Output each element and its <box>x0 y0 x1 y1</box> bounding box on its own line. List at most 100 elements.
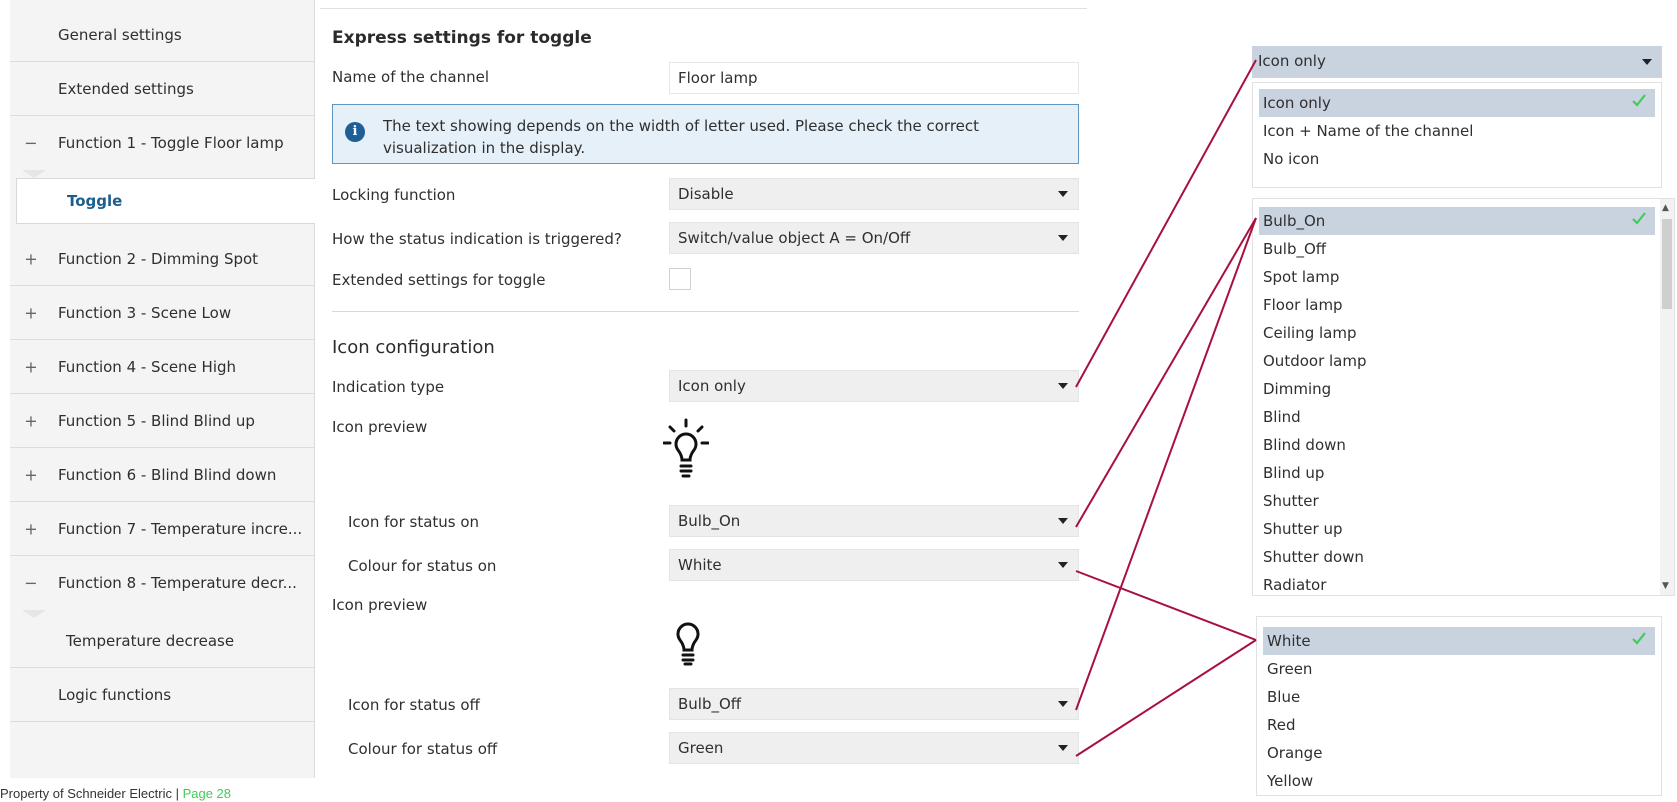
colour-on-select[interactable]: White <box>669 549 1079 581</box>
sidebar-item-extended-settings[interactable]: Extended settings <box>10 62 315 116</box>
channel-name-label: Name of the channel <box>332 68 489 86</box>
sidebar-item-function-6[interactable]: + Function 6 - Blind Blind down <box>10 448 315 502</box>
sidebar-item-label: Function 1 - Toggle Floor lamp <box>58 134 284 152</box>
option-label: Orange <box>1267 744 1323 762</box>
scroll-down-icon[interactable]: ▼ <box>1662 581 1669 591</box>
chevron-down-icon <box>1058 518 1068 524</box>
option-icon-only[interactable]: Icon only <box>1259 89 1655 117</box>
icon-off-select[interactable]: Bulb_Off <box>669 688 1079 720</box>
section-divider <box>332 311 1079 312</box>
option-label: Blue <box>1267 688 1301 706</box>
scrollbar-thumb[interactable] <box>1662 219 1672 309</box>
option-shutter-down[interactable]: Shutter down <box>1259 543 1364 571</box>
sidebar-item-label: Function 2 - Dimming Spot <box>58 249 259 268</box>
option-white[interactable]: White <box>1263 627 1655 655</box>
sidebar-item-function-4[interactable]: + Function 4 - Scene High <box>10 340 315 394</box>
indication-dropdown: Icon only Icon only Icon + Name of the c… <box>1252 46 1662 188</box>
option-blue[interactable]: Blue <box>1263 683 1300 711</box>
option-ceiling-lamp[interactable]: Ceiling lamp <box>1259 319 1357 347</box>
info-text: The text showing depends on the width of… <box>383 117 980 157</box>
option-red[interactable]: Red <box>1263 711 1296 739</box>
option-bulb-off[interactable]: Bulb_Off <box>1259 235 1326 263</box>
option-label: Yellow <box>1267 772 1314 790</box>
option-icon-name[interactable]: Icon + Name of the channel <box>1259 117 1473 145</box>
option-yellow[interactable]: Yellow <box>1263 767 1313 795</box>
option-label: Blind up <box>1263 464 1325 482</box>
icon-dropdown: ▲ ▼ Bulb_On Bulb_Off Spot lamp Floor lam… <box>1252 198 1675 596</box>
chevron-down-icon <box>1642 59 1652 65</box>
status-trigger-label: How the status indication is triggered? <box>332 230 622 248</box>
option-dimming[interactable]: Dimming <box>1259 375 1331 403</box>
option-spot-lamp[interactable]: Spot lamp <box>1259 263 1339 291</box>
option-blind[interactable]: Blind <box>1259 403 1301 431</box>
extended-toggle-checkbox[interactable] <box>669 268 691 290</box>
option-shutter[interactable]: Shutter <box>1259 487 1319 515</box>
sidebar-item-label: Function 5 - Blind Blind up <box>58 411 255 430</box>
info-icon: i <box>345 122 365 142</box>
option-label: Floor lamp <box>1263 296 1343 314</box>
sidebar-item-temperature-decrease[interactable]: Temperature decrease <box>10 614 315 668</box>
indication-dropdown-header-value: Icon only <box>1258 52 1326 70</box>
indication-type-select[interactable]: Icon only <box>669 370 1079 402</box>
indication-type-label: Indication type <box>332 378 445 396</box>
colour-off-select[interactable]: Green <box>669 732 1079 764</box>
chevron-down-icon <box>1058 383 1068 389</box>
indication-type-value: Icon only <box>678 377 746 395</box>
sidebar-item-function-7[interactable]: + Function 7 - Temperature incre... <box>10 502 315 556</box>
option-blind-down[interactable]: Blind down <box>1259 431 1346 459</box>
option-label: Dimming <box>1263 380 1332 398</box>
colour-off-value: Green <box>678 739 724 757</box>
colour-on-label: Colour for status on <box>348 557 497 575</box>
scrollbar[interactable]: ▲ ▼ <box>1660 199 1674 595</box>
chevron-down-icon <box>1058 191 1068 197</box>
option-label: Shutter <box>1263 492 1319 510</box>
icon-on-select[interactable]: Bulb_On <box>669 505 1079 537</box>
sidebar-item-label: Function 4 - Scene High <box>58 357 237 376</box>
option-label: Red <box>1267 716 1296 734</box>
sidebar-item-general-settings[interactable]: General settings <box>10 8 315 62</box>
option-bulb-on[interactable]: Bulb_On <box>1259 207 1655 235</box>
status-trigger-select[interactable]: Switch/value object A = On/Off <box>669 222 1079 254</box>
option-label: Icon only <box>1263 94 1331 112</box>
section-notch <box>22 170 46 178</box>
sidebar-item-label: Function 3 - Scene Low <box>58 303 232 322</box>
connector-indication <box>1075 59 1257 388</box>
collapse-icon: − <box>24 133 38 153</box>
sidebar-item-label: General settings <box>58 25 182 44</box>
colour-off-label: Colour for status off <box>348 740 498 758</box>
top-divider <box>320 8 1087 9</box>
icon-on-value: Bulb_On <box>678 512 741 530</box>
option-radiator[interactable]: Radiator <box>1259 571 1326 599</box>
chevron-down-icon <box>1058 745 1068 751</box>
option-no-icon[interactable]: No icon <box>1259 145 1319 173</box>
checkmark-icon <box>1632 94 1646 107</box>
option-label: Green <box>1267 660 1313 678</box>
icon-on-label: Icon for status on <box>348 513 480 531</box>
option-outdoor-lamp[interactable]: Outdoor lamp <box>1259 347 1367 375</box>
sidebar-item-function-5[interactable]: + Function 5 - Blind Blind up <box>10 394 315 448</box>
option-label: No icon <box>1263 150 1320 168</box>
sidebar-item-function-2[interactable]: + Function 2 - Dimming Spot <box>10 232 315 286</box>
locking-function-select[interactable]: Disable <box>669 178 1079 210</box>
chevron-down-icon <box>1058 235 1068 241</box>
expand-icon: + <box>24 411 38 430</box>
channel-name-value: Floor lamp <box>678 69 758 87</box>
sidebar-item-function-3[interactable]: + Function 3 - Scene Low <box>10 286 315 340</box>
expand-icon: + <box>24 519 38 538</box>
checkmark-icon <box>1632 632 1646 645</box>
icon-preview-label: Icon preview <box>332 418 428 436</box>
option-floor-lamp[interactable]: Floor lamp <box>1259 291 1343 319</box>
sidebar-item-function-1[interactable]: − Function 1 - Toggle Floor lamp <box>10 116 315 170</box>
option-shutter-up[interactable]: Shutter up <box>1259 515 1343 543</box>
sidebar-item-toggle[interactable]: Toggle <box>16 178 315 224</box>
sidebar-item-logic-functions[interactable]: Logic functions <box>10 668 315 722</box>
scroll-up-icon[interactable]: ▲ <box>1662 203 1669 213</box>
option-blind-up[interactable]: Blind up <box>1259 459 1324 487</box>
indication-dropdown-header[interactable]: Icon only <box>1252 46 1662 78</box>
option-green[interactable]: Green <box>1263 655 1312 683</box>
channel-name-input[interactable]: Floor lamp <box>669 62 1079 94</box>
express-settings-title: Express settings for toggle <box>332 28 592 48</box>
sidebar-item-function-8[interactable]: − Function 8 - Temperature decr... <box>10 556 315 610</box>
option-label: Shutter down <box>1263 548 1364 566</box>
option-orange[interactable]: Orange <box>1263 739 1322 767</box>
